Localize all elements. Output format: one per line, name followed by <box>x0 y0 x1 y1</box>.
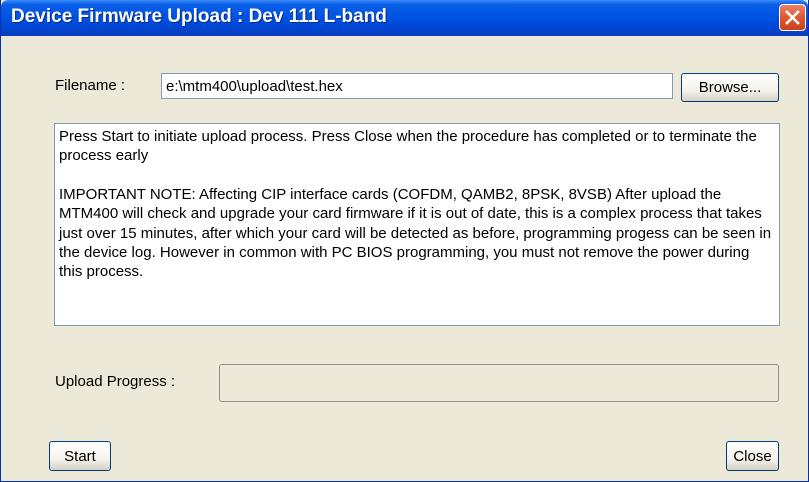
browse-button[interactable]: Browse... <box>681 73 779 102</box>
close-icon[interactable] <box>779 4 806 31</box>
window-title: Device Firmware Upload : Dev 111 L-band <box>11 6 387 27</box>
info-text-box[interactable]: Press Start to initiate upload process. … <box>54 123 780 326</box>
start-button[interactable]: Start <box>49 441 111 471</box>
important-note-paragraph: IMPORTANT NOTE: Affecting CIP interface … <box>59 185 772 281</box>
firmware-upload-dialog: Device Firmware Upload : Dev 111 L-band … <box>0 0 809 482</box>
close-x-glyph <box>785 10 800 25</box>
upload-progress-label: Upload Progress : <box>55 373 176 390</box>
close-button[interactable]: Close <box>726 441 779 471</box>
instructions-paragraph: Press Start to initiate upload process. … <box>59 128 757 165</box>
filename-input[interactable] <box>161 73 673 99</box>
filename-label: Filename : <box>55 77 126 94</box>
upload-progress-bar <box>219 364 779 402</box>
title-bar[interactable]: Device Firmware Upload : Dev 111 L-band <box>1 0 808 36</box>
